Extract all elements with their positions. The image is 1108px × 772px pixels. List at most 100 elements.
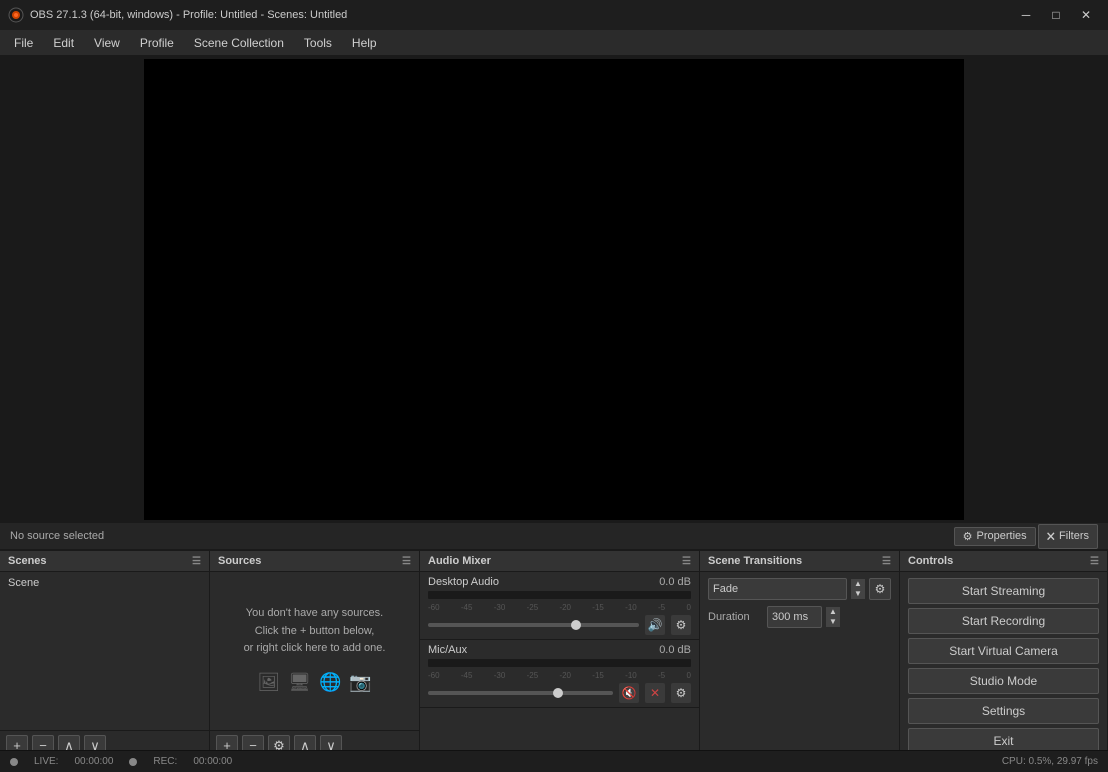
transitions-menu-icon[interactable]: ☰ <box>882 556 891 567</box>
controls-panel: Controls ☰ Start Streaming Start Recordi… <box>900 551 1108 760</box>
desktop-audio-name: Desktop Audio <box>428 576 499 588</box>
bottom-panel: Scenes ☰ Scene + − ∧ ∨ Sources ☰ <box>0 550 1108 750</box>
transition-type-select[interactable]: Fade Cut Swipe Slide Stinger Luma Wipe <box>708 578 847 600</box>
desktop-audio-meter <box>428 591 691 599</box>
maximize-button[interactable]: □ <box>1042 5 1070 25</box>
mic-aux-db: 0.0 dB <box>659 644 691 656</box>
transition-spin-buttons: ▲ ▼ <box>851 579 865 599</box>
transition-up-button[interactable]: ▲ <box>851 579 865 589</box>
sources-panel-menu-icon[interactable]: ☰ <box>402 556 411 567</box>
sources-type-icons: 🖼 🖥 🌐 📷 <box>257 668 372 697</box>
start-recording-button[interactable]: Start Recording <box>908 608 1099 634</box>
properties-bar: ⚙ Properties 🗙 Filters <box>954 524 1098 549</box>
audio-mixer-menu-icon[interactable]: ☰ <box>682 556 691 567</box>
titlebar-controls: ─ □ ✕ <box>1012 5 1100 25</box>
duration-row: Duration ▲ ▼ <box>708 606 891 628</box>
desktop-volume-knob <box>571 620 581 630</box>
menu-tools[interactable]: Tools <box>294 30 342 55</box>
mic-aux-track: Mic/Aux 0.0 dB -60 -45 -30 -25 -20 -15 -… <box>420 640 699 708</box>
gear-small-icon: ⚙ <box>963 530 973 543</box>
live-time: 00:00:00 <box>74 756 113 767</box>
settings-button[interactable]: Settings <box>908 698 1099 724</box>
main-content: No source selected ⚙ Properties 🗙 Filter… <box>0 56 1108 772</box>
menu-help[interactable]: Help <box>342 30 387 55</box>
menu-scene-collection[interactable]: Scene Collection <box>184 30 294 55</box>
filter-icon: 🗙 <box>1047 527 1055 546</box>
desktop-mute-button[interactable]: 🔊 <box>645 615 665 635</box>
scene-transitions-panel: Scene Transitions ☰ Fade Cut Swipe Slide… <box>700 551 900 760</box>
scenes-panel-menu-icon[interactable]: ☰ <box>192 556 201 567</box>
mic-aux-volume-slider[interactable] <box>428 691 613 695</box>
start-streaming-button[interactable]: Start Streaming <box>908 578 1099 604</box>
scene-list-item[interactable]: Scene <box>2 574 207 592</box>
scene-transitions-header: Scene Transitions ☰ <box>700 551 899 572</box>
properties-button[interactable]: ⚙ Properties <box>954 527 1036 546</box>
mic-aux-x-button[interactable]: ✕ <box>645 683 665 703</box>
rec-time: 00:00:00 <box>193 756 232 767</box>
filters-button[interactable]: 🗙 Filters <box>1038 524 1098 549</box>
desktop-audio-track: Desktop Audio 0.0 dB -60 -45 -30 -25 -20… <box>420 572 699 640</box>
scene-transitions-title: Scene Transitions <box>708 555 802 567</box>
rec-label: REC: <box>153 756 177 767</box>
scenes-panel-content: Scene <box>0 572 209 730</box>
transition-settings-button[interactable]: ⚙ <box>869 578 891 600</box>
duration-label: Duration <box>708 611 763 623</box>
audio-mixer-panel: Audio Mixer ☰ Desktop Audio 0.0 dB -60 -… <box>420 551 700 760</box>
menu-view[interactable]: View <box>84 30 130 55</box>
live-status-dot <box>10 758 18 766</box>
start-virtual-camera-button[interactable]: Start Virtual Camera <box>908 638 1099 664</box>
desktop-audio-controls: 🔊 ⚙ <box>428 615 691 635</box>
mic-aux-meter <box>428 659 691 667</box>
preview-canvas <box>144 59 964 520</box>
controls-header: Controls ☰ <box>900 551 1107 572</box>
minimize-button[interactable]: ─ <box>1012 5 1040 25</box>
mic-aux-settings-button[interactable]: ⚙ <box>671 683 691 703</box>
mic-aux-header: Mic/Aux 0.0 dB <box>428 644 691 656</box>
menu-profile[interactable]: Profile <box>130 30 184 55</box>
panels-row: Scenes ☰ Scene + − ∧ ∨ Sources ☰ <box>0 550 1108 760</box>
image-source-icon: 🖼 <box>257 668 280 697</box>
close-button[interactable]: ✕ <box>1072 5 1100 25</box>
transition-select-row: Fade Cut Swipe Slide Stinger Luma Wipe ▲… <box>708 578 891 600</box>
sources-empty-line1: You don't have any sources. <box>246 605 383 623</box>
sources-empty-message[interactable]: You don't have any sources. Click the + … <box>210 572 419 730</box>
controls-menu-icon[interactable]: ☰ <box>1090 556 1099 567</box>
transition-down-button[interactable]: ▼ <box>851 589 865 599</box>
mic-aux-name: Mic/Aux <box>428 644 467 656</box>
menu-edit[interactable]: Edit <box>43 30 84 55</box>
display-source-icon: 🖥 <box>288 668 311 697</box>
desktop-audio-header: Desktop Audio 0.0 dB <box>428 576 691 588</box>
menu-file[interactable]: File <box>4 30 43 55</box>
audio-mixer-title: Audio Mixer <box>428 555 491 567</box>
preview-area <box>0 56 1108 522</box>
mic-mute-button[interactable]: 🔇 <box>619 683 639 703</box>
mic-aux-scale: -60 -45 -30 -25 -20 -15 -10 -5 0 <box>428 671 691 680</box>
audio-mixer-header: Audio Mixer ☰ <box>420 551 699 572</box>
browser-source-icon: 🌐 <box>319 668 341 697</box>
titlebar: OBS 27.1.3 (64-bit, windows) - Profile: … <box>0 0 1108 30</box>
duration-input[interactable] <box>767 606 822 628</box>
cpu-label: CPU: 0.5%, 29.97 fps <box>1002 756 1098 767</box>
duration-up-button[interactable]: ▲ <box>826 607 840 617</box>
desktop-volume-slider[interactable] <box>428 623 639 627</box>
sources-empty-line2: Click the + button below, <box>255 623 375 641</box>
duration-spin-buttons: ▲ ▼ <box>826 607 840 627</box>
sources-panel-header: Sources ☰ <box>210 551 419 572</box>
duration-down-button[interactable]: ▼ <box>826 617 840 627</box>
sources-empty-line3: or right click here to add one. <box>244 640 386 658</box>
studio-mode-button[interactable]: Studio Mode <box>908 668 1099 694</box>
menubar: File Edit View Profile Scene Collection … <box>0 30 1108 56</box>
mic-aux-volume-knob <box>553 688 563 698</box>
controls-title: Controls <box>908 555 953 567</box>
scenes-panel: Scenes ☰ Scene + − ∧ ∨ <box>0 551 210 760</box>
rec-status-dot <box>129 758 137 766</box>
desktop-audio-settings-button[interactable]: ⚙ <box>671 615 691 635</box>
sources-panel: Sources ☰ You don't have any sources. Cl… <box>210 551 420 760</box>
titlebar-left: OBS 27.1.3 (64-bit, windows) - Profile: … <box>8 7 347 23</box>
sources-panel-title: Sources <box>218 555 261 567</box>
live-label: LIVE: <box>34 756 58 767</box>
desktop-audio-db: 0.0 dB <box>659 576 691 588</box>
desktop-audio-scale: -60 -45 -30 -25 -20 -15 -10 -5 0 <box>428 603 691 612</box>
mic-aux-controls: 🔇 ✕ ⚙ <box>428 683 691 703</box>
statusbar: LIVE: 00:00:00 REC: 00:00:00 CPU: 0.5%, … <box>0 750 1108 772</box>
